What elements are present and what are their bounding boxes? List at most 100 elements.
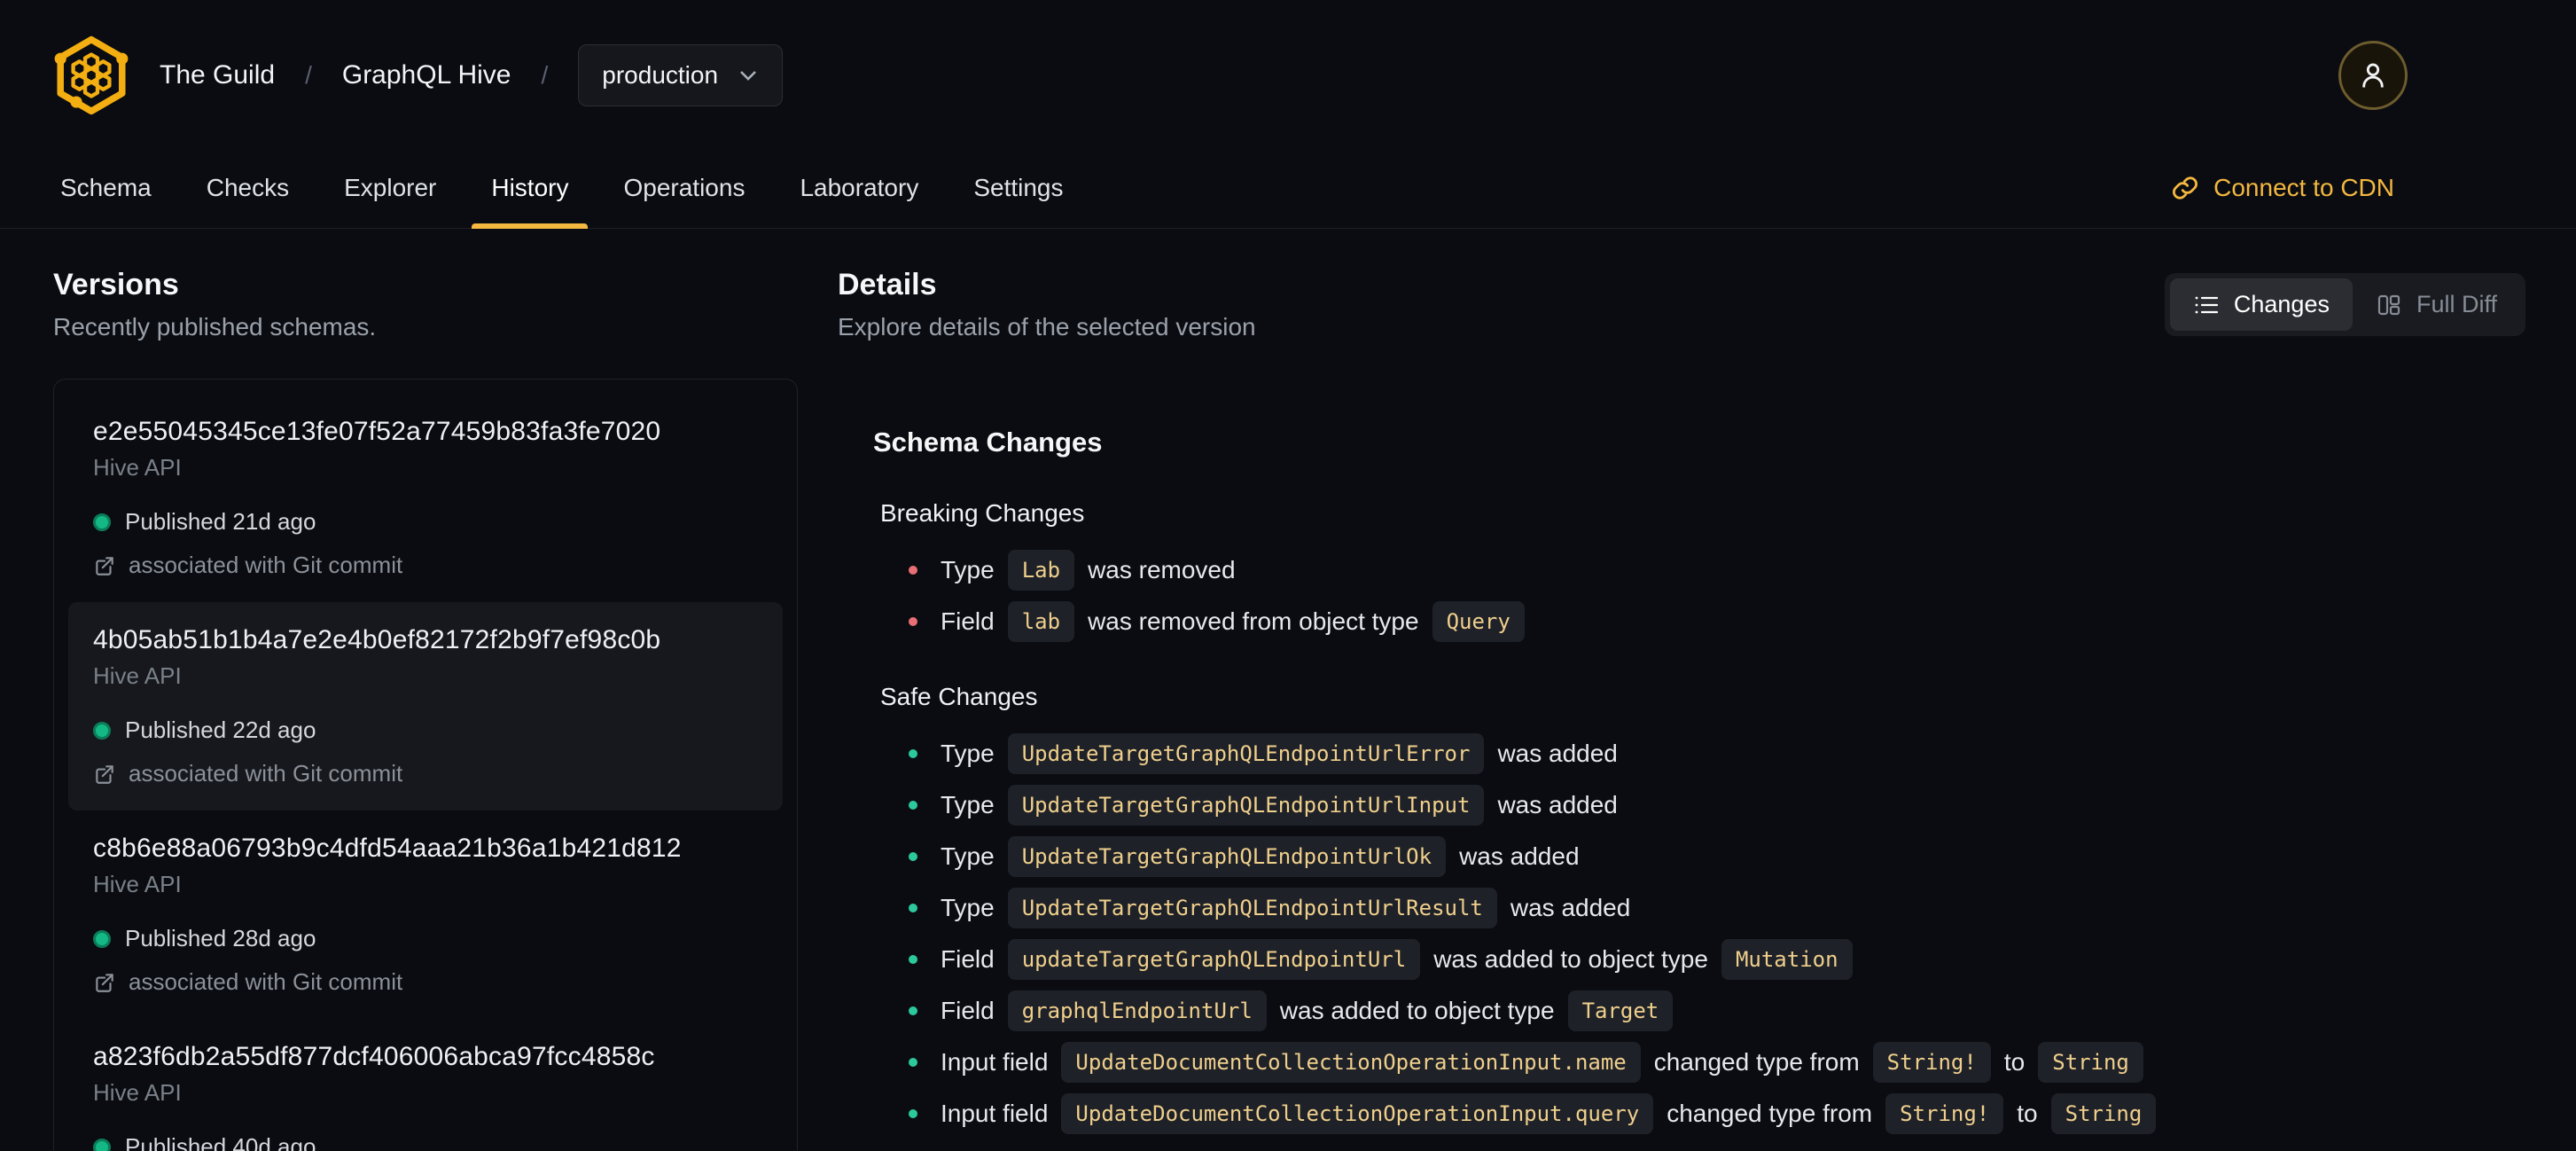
change-text: Type bbox=[941, 842, 995, 870]
change-text: was added bbox=[1510, 893, 1631, 921]
change-text: was added to object type bbox=[1433, 944, 1708, 973]
safe-bullet bbox=[909, 800, 917, 810]
tab-checks[interactable]: Checks bbox=[183, 147, 312, 228]
code-badge: updateTargetGraphQLEndpointUrl bbox=[1007, 938, 1421, 980]
code-badge: String! bbox=[1872, 1041, 1991, 1083]
user-avatar-button[interactable] bbox=[2338, 41, 2408, 110]
connect-to-cdn-button[interactable]: Connect to CDN bbox=[2171, 147, 2394, 228]
code-badge: Mutation bbox=[1721, 938, 1853, 980]
changes-view-button[interactable]: Changes bbox=[2169, 278, 2353, 331]
code-badge: String bbox=[2038, 1041, 2143, 1083]
change-text: Field bbox=[941, 996, 995, 1024]
tab-history[interactable]: History bbox=[468, 147, 591, 229]
git-commit-link[interactable]: associated with Git commit bbox=[93, 552, 758, 579]
section-heading-breaking-changes: Breaking Changes bbox=[880, 499, 1085, 527]
change-text: Type bbox=[941, 739, 995, 767]
hive-logo-icon[interactable] bbox=[50, 34, 133, 117]
external-link-icon bbox=[96, 556, 113, 576]
published-text: Published 28d ago bbox=[125, 925, 316, 951]
code-badge: UpdateTargetGraphQLEndpointUrlOk bbox=[1007, 835, 1447, 877]
details-title: Details bbox=[838, 268, 937, 301]
schema-changes-sections: Breaking Changes Type Lab was removed Field l… bbox=[838, 499, 2525, 1134]
change-text: was removed bbox=[1088, 555, 1236, 583]
published-dot bbox=[93, 513, 111, 531]
tab-schema[interactable]: Schema bbox=[37, 147, 175, 228]
safe-bullet bbox=[909, 1006, 917, 1015]
view-toggle: Changes Full Diff bbox=[2164, 273, 2525, 336]
versions-title: Versions bbox=[53, 268, 179, 301]
app-header: The Guild / GraphQL Hive / production bbox=[0, 0, 2576, 147]
breadcrumb: The Guild / GraphQL Hive / bbox=[160, 60, 548, 90]
code-badge: String bbox=[2050, 1092, 2157, 1134]
external-link-icon bbox=[96, 764, 113, 784]
published-dot bbox=[93, 721, 111, 740]
published-status: Published 21d ago bbox=[93, 508, 758, 536]
git-commit-link[interactable]: associated with Git commit bbox=[93, 760, 758, 787]
change-item: Type UpdateTargetGraphQLEndpointUrlResult… bbox=[909, 887, 2525, 928]
external-link-icon bbox=[96, 973, 113, 992]
change-text: was added bbox=[1497, 790, 1618, 818]
version-card[interactable]: 4b05ab51b1b4a7e2e4b0ef82172f2b9f7ef98c0b… bbox=[68, 602, 783, 810]
change-item: Field graphqlEndpointUrl was added to obje… bbox=[909, 990, 2525, 1031]
change-text: changed type from bbox=[1667, 1099, 1873, 1127]
code-badge: UpdateTargetGraphQLEndpointUrlInput bbox=[1007, 784, 1485, 826]
tab-operations[interactable]: Operations bbox=[600, 147, 768, 228]
safe-bullet bbox=[909, 903, 917, 912]
version-card[interactable]: c8b6e88a06793b9c4dfd54aaa21b36a1b421d812… bbox=[68, 810, 783, 1019]
chevron-down-icon bbox=[740, 71, 756, 81]
code-badge: String! bbox=[1885, 1092, 2004, 1134]
version-card[interactable]: e2e55045345ce13fe07f52a77459b83fa3fe7020… bbox=[68, 394, 783, 602]
breadcrumb-project[interactable]: GraphQL Hive bbox=[342, 60, 511, 90]
change-item: Field lab was removed from object type Quer… bbox=[909, 600, 2525, 642]
tab-explorer[interactable]: Explorer bbox=[321, 147, 459, 228]
published-dot bbox=[93, 929, 111, 948]
full-diff-view-label: Full Diff bbox=[2416, 291, 2497, 317]
change-text: was added bbox=[1459, 842, 1580, 870]
target-selector-value: production bbox=[602, 61, 719, 89]
version-card[interactable]: a823f6db2a55df877dcf406006abca97fcc4858c… bbox=[68, 1019, 783, 1151]
tab-settings[interactable]: Settings bbox=[950, 147, 1086, 228]
connect-to-cdn-label: Connect to CDN bbox=[2213, 173, 2394, 201]
git-commit-text: associated with Git commit bbox=[129, 968, 403, 995]
full-diff-view-button[interactable]: Full Diff bbox=[2353, 278, 2520, 331]
version-hash: 4b05ab51b1b4a7e2e4b0ef82172f2b9f7ef98c0b bbox=[93, 625, 661, 654]
code-badge: UpdateTargetGraphQLEndpointUrlError bbox=[1007, 732, 1485, 774]
change-text: was added bbox=[1497, 739, 1618, 767]
user-icon bbox=[2362, 63, 2384, 88]
tab-laboratory[interactable]: Laboratory bbox=[777, 147, 941, 228]
details-header: Details Explore details of the selected … bbox=[838, 268, 2525, 341]
version-hash: e2e55045345ce13fe07f52a77459b83fa3fe7020 bbox=[93, 417, 661, 446]
code-badge: lab bbox=[1007, 600, 1075, 642]
published-dot bbox=[93, 1138, 111, 1151]
code-badge: Lab bbox=[1007, 549, 1075, 591]
git-commit-link[interactable]: associated with Git commit bbox=[93, 968, 758, 996]
change-list-safe: Type UpdateTargetGraphQLEndpointUrlError w… bbox=[909, 732, 2525, 1134]
details-subtitle: Explore details of the selected version bbox=[838, 313, 1256, 341]
version-list: e2e55045345ce13fe07f52a77459b83fa3fe7020… bbox=[53, 379, 798, 1151]
change-text: Input field bbox=[941, 1099, 1049, 1127]
code-badge: Target bbox=[1567, 990, 1674, 1031]
breaking-bullet bbox=[909, 616, 917, 626]
change-text: Type bbox=[941, 790, 995, 818]
git-commit-text: associated with Git commit bbox=[129, 552, 403, 578]
change-text: was removed from object type bbox=[1088, 607, 1419, 635]
change-item: Input field UpdateDocumentCollectionOpera… bbox=[909, 1092, 2525, 1134]
change-text: Field bbox=[941, 607, 995, 635]
breaking-bullet bbox=[909, 565, 917, 575]
version-hash: c8b6e88a06793b9c4dfd54aaa21b36a1b421d812 bbox=[93, 834, 682, 863]
change-text: Field bbox=[941, 944, 995, 973]
change-item: Field updateTargetGraphQLEndpointUrl was a… bbox=[909, 938, 2525, 980]
code-badge: UpdateTargetGraphQLEndpointUrlResult bbox=[1007, 887, 1497, 928]
link-icon bbox=[2173, 176, 2198, 200]
service-name: Hive API bbox=[93, 662, 182, 689]
list-icon bbox=[2195, 296, 2218, 313]
target-selector[interactable]: production bbox=[578, 44, 784, 106]
breadcrumb-separator: / bbox=[305, 61, 312, 89]
safe-bullet bbox=[909, 954, 917, 964]
breadcrumb-separator: / bbox=[541, 61, 549, 89]
published-text: Published 22d ago bbox=[125, 716, 316, 743]
change-text: Type bbox=[941, 555, 995, 583]
published-status: Published 40d ago bbox=[93, 1133, 758, 1151]
breadcrumb-org[interactable]: The Guild bbox=[160, 60, 275, 90]
change-text: to bbox=[2017, 1099, 2038, 1127]
